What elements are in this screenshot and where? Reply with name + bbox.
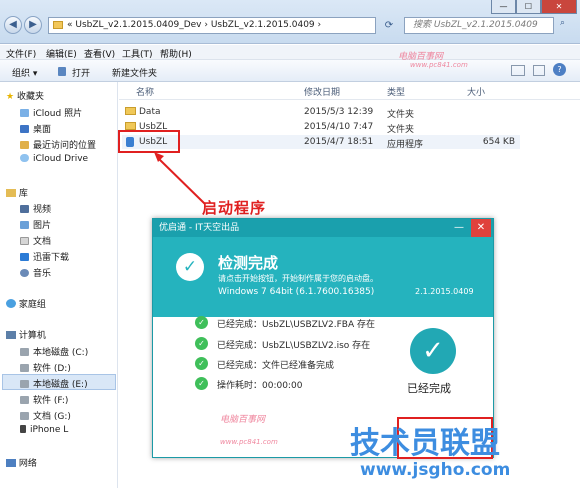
maximize-button[interactable]: ☐ (516, 0, 541, 14)
dialog-heading: 检测完成 (218, 254, 279, 272)
file-name: Data (139, 107, 161, 117)
open-button[interactable]: 打开 (72, 66, 90, 79)
column-header-size[interactable]: 大小 (467, 85, 485, 98)
sidebar-item-drive-f[interactable]: 软件 (F:) (20, 393, 68, 406)
homegroup-header[interactable]: 家庭组 (6, 297, 46, 310)
folder-icon (125, 122, 136, 130)
computer-header[interactable]: 计算机 (6, 328, 46, 341)
dialog-close-button[interactable]: ✕ (471, 219, 491, 237)
file-row[interactable]: UsbZL 2015/4/10 7:47 文件夹 (122, 120, 520, 135)
sidebar-item-documents[interactable]: 文档 (20, 234, 51, 247)
menu-edit[interactable]: 编辑(E) (46, 47, 77, 60)
close-button[interactable]: ✕ (541, 0, 577, 14)
sidebar-item-drive-c[interactable]: 本地磁盘 (C:) (20, 345, 88, 358)
new-folder-button[interactable]: 新建文件夹 (112, 66, 157, 79)
sidebar-item-drive-e[interactable]: 本地磁盘 (E:) (20, 377, 88, 390)
refresh-icon[interactable]: ⟳ (379, 18, 399, 33)
menu-help[interactable]: 帮助(H) (160, 47, 192, 60)
address-bar[interactable]: « UsbZL_v2.1.2015.0409_Dev › UsbZL_v2.1.… (48, 17, 376, 34)
sidebar-item-music[interactable]: 音乐 (20, 266, 51, 279)
organize-button[interactable]: 组织 ▾ (12, 66, 37, 79)
file-type: 应用程序 (387, 140, 424, 150)
network-header[interactable]: 网络 (6, 456, 37, 469)
file-date: 2015/5/3 12:39 (304, 107, 374, 117)
dialog-titlebar: 优启通 - IT天空出品 (153, 219, 493, 237)
site-watermark-url: www.jsgho.com (360, 460, 511, 480)
minimize-button[interactable]: — (491, 0, 516, 14)
step-check-icon: ✓ (195, 357, 208, 370)
search-icon[interactable]: ⌕ (560, 18, 565, 28)
file-type: 文件夹 (387, 125, 415, 135)
view-options-icon[interactable] (511, 65, 525, 76)
app-version-text: 2.1.2015.0409 (415, 287, 474, 296)
annotation-label: 启动程序 (202, 199, 267, 217)
watermark-url: www.pc841.com (410, 61, 468, 69)
dialog-minimize-button[interactable]: — (449, 219, 469, 237)
dialog-subtitle: 请点击开始按钮，开始制作属于您的启动盘。 (218, 274, 378, 283)
sidebar-item-xunlei-downloads[interactable]: 迅雷下载 (20, 250, 69, 263)
help-icon[interactable]: ? (553, 63, 566, 76)
step-check-icon: ✓ (195, 377, 208, 390)
file-row[interactable]: Data 2015/5/3 12:39 文件夹 (122, 105, 520, 120)
sidebar-item-desktop[interactable]: 桌面 (20, 122, 51, 135)
watermark-url-2: www.pc841.com (220, 438, 278, 446)
folder-icon (53, 21, 63, 29)
step-check-icon: ✓ (195, 337, 208, 350)
sidebar-item-recent[interactable]: 最近访问的位置 (20, 138, 96, 151)
completed-check-icon: ✓ (410, 328, 456, 374)
success-check-icon: ✓ (176, 253, 204, 281)
file-row[interactable]: UsbZL 2015/4/7 18:51 应用程序 654 KB (122, 135, 520, 150)
file-size: 654 KB (482, 137, 515, 147)
column-header-type[interactable]: 类型 (387, 85, 405, 98)
address-breadcrumb: « UsbZL_v2.1.2015.0409_Dev › UsbZL_v2.1.… (67, 20, 322, 30)
file-date: 2015/4/10 7:47 (304, 122, 374, 132)
library-header[interactable]: 库 (6, 186, 28, 199)
command-toolbar: 组织 ▾ 打开 新建文件夹 ? (0, 60, 580, 82)
back-button[interactable]: ◀ (4, 16, 22, 34)
sidebar-item-icloud-drive[interactable]: iCloud Drive (20, 154, 88, 164)
header-divider (119, 99, 580, 100)
open-icon (58, 67, 66, 76)
sidebar-item-pictures[interactable]: 图片 (20, 218, 51, 231)
menu-file[interactable]: 文件(F) (6, 47, 36, 60)
step-check-icon: ✓ (195, 316, 208, 329)
completed-label: 已经完成 (407, 382, 451, 395)
sidebar-item-icloud-photos[interactable]: iCloud 照片 (20, 106, 82, 119)
favorites-header[interactable]: ★ 收藏夹 (6, 89, 44, 102)
folder-icon (125, 107, 136, 115)
forward-button[interactable]: ▶ (24, 16, 42, 34)
annotation-arrow (154, 152, 206, 205)
search-input[interactable]: 搜索 UsbZL_v2.1.2015.0409 (404, 17, 554, 34)
menu-bar: 文件(F) 编辑(E) 查看(V) 工具(T) 帮助(H) (0, 45, 580, 60)
os-version-text: Windows 7 64bit (6.1.7600.16385) (218, 287, 375, 297)
file-date: 2015/4/7 18:51 (304, 137, 374, 147)
menu-view[interactable]: 查看(V) (84, 47, 115, 60)
sidebar-item-iphone[interactable]: iPhone L (20, 425, 68, 435)
dialog-title: 优启通 - IT天空出品 (159, 223, 240, 233)
column-header-date[interactable]: 修改日期 (304, 85, 340, 98)
sidebar-item-videos[interactable]: 视频 (20, 202, 51, 215)
watermark-brand-2: 电脑百事网 (220, 415, 266, 425)
site-watermark-title: 技术员联盟 (350, 426, 500, 461)
file-type: 文件夹 (387, 110, 415, 120)
sidebar-item-drive-d[interactable]: 软件 (D:) (20, 361, 71, 374)
window-titlebar: ◀ ▶ « UsbZL_v2.1.2015.0409_Dev › UsbZL_v… (0, 0, 580, 44)
preview-pane-icon[interactable] (533, 65, 545, 76)
menu-tools[interactable]: 工具(T) (122, 47, 153, 60)
column-header-name[interactable]: 名称 (136, 85, 154, 98)
sidebar-item-drive-g[interactable]: 文档 (G:) (20, 409, 71, 422)
